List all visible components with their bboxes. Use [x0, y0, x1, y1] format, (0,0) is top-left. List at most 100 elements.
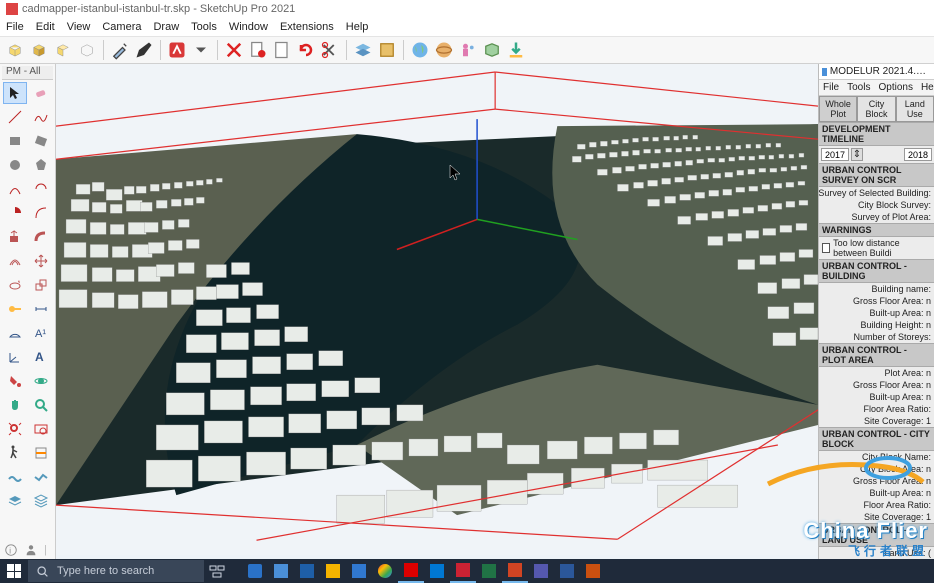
tab-whole-plot[interactable]: Whole Plot [819, 96, 857, 122]
iso-iso-icon[interactable] [76, 39, 98, 61]
section-tool[interactable] [29, 442, 53, 464]
pushpull-tool[interactable] [3, 226, 27, 248]
globe-terrain-icon[interactable] [433, 39, 455, 61]
followme-tool[interactable] [29, 226, 53, 248]
panel-menu-file[interactable]: File [823, 82, 839, 93]
taskbar-app-1[interactable] [242, 559, 268, 583]
panel-menu-options[interactable]: Options [878, 82, 912, 93]
taskbar-app-6[interactable] [372, 559, 398, 583]
panel-title-bar[interactable]: MODELUR 2021.4.01 – Individual Lic [819, 64, 934, 80]
offset-tool[interactable] [3, 250, 27, 272]
taskbar-search[interactable]: Type here to search [28, 560, 204, 582]
info-icon[interactable]: i [4, 543, 18, 557]
taskbar-app-13[interactable] [554, 559, 580, 583]
checkbox-icon[interactable] [822, 243, 830, 253]
eraser-tool[interactable] [29, 82, 53, 104]
panel-menu-tools[interactable]: Tools [847, 82, 870, 93]
taskbar-app-7[interactable] [398, 559, 424, 583]
warning-distance-check[interactable]: Too low distance between Buildi [819, 237, 934, 259]
start-button[interactable] [0, 559, 28, 583]
box-icon[interactable] [376, 39, 398, 61]
person-icon[interactable] [24, 543, 38, 557]
taskbar-app-10[interactable] [476, 559, 502, 583]
iso-front-icon[interactable] [4, 39, 26, 61]
tape-tool[interactable] [3, 298, 27, 320]
pie-tool[interactable] [3, 202, 27, 224]
move-tool[interactable] [29, 250, 53, 272]
freehand-tool[interactable] [29, 106, 53, 128]
menu-help[interactable]: Help [346, 21, 369, 33]
menu-edit[interactable]: Edit [36, 21, 55, 33]
menu-file[interactable]: File [6, 21, 24, 33]
taskbar-app-3[interactable] [294, 559, 320, 583]
axes-tool[interactable] [3, 346, 27, 368]
menu-view[interactable]: View [67, 21, 91, 33]
dimension-tool[interactable] [29, 298, 53, 320]
rotate-tool[interactable] [3, 274, 27, 296]
layers1-tool[interactable] [3, 490, 27, 512]
protractor-tool[interactable] [3, 322, 27, 344]
cut-icon[interactable] [319, 39, 341, 61]
taskbar-app-11[interactable] [502, 559, 528, 583]
doc-new-icon[interactable] [247, 39, 269, 61]
layer-icon[interactable] [352, 39, 374, 61]
taskview-icon[interactable] [204, 559, 230, 583]
3dtext-tool[interactable]: A [29, 346, 53, 368]
layers2-tool[interactable] [29, 490, 53, 512]
orbit-tool[interactable] [29, 370, 53, 392]
taskbar-app-8[interactable] [424, 559, 450, 583]
3d-viewport[interactable] [56, 64, 818, 559]
menu-extensions[interactable]: Extensions [280, 21, 334, 33]
taskbar-app-2[interactable] [268, 559, 294, 583]
text-tool[interactable]: A¹ [29, 322, 53, 344]
timeline-end-input[interactable] [904, 148, 932, 161]
paint-tool[interactable] [3, 370, 27, 392]
scale-tool[interactable] [29, 274, 53, 296]
plugin-red-icon[interactable] [166, 39, 188, 61]
rectangle-tool[interactable] [3, 130, 27, 152]
panel-menu-help[interactable]: Help [921, 82, 934, 93]
globe-icon[interactable] [409, 39, 431, 61]
line-tool[interactable] [3, 106, 27, 128]
pan-tool[interactable] [3, 394, 27, 416]
timeline-start-spinner[interactable]: ⇕ [851, 148, 863, 161]
sandbox1-tool[interactable] [3, 466, 27, 488]
menu-tools[interactable]: Tools [191, 21, 217, 33]
menu-window[interactable]: Window [229, 21, 268, 33]
iso-top-icon[interactable] [28, 39, 50, 61]
download-icon[interactable] [505, 39, 527, 61]
dropdown-arrow-icon[interactable] [190, 39, 212, 61]
tab-land-use[interactable]: Land Use [896, 96, 934, 122]
taskbar-app-14[interactable] [580, 559, 606, 583]
svg-text:A: A [35, 350, 44, 364]
circle-tool[interactable] [3, 154, 27, 176]
taskbar-app-9[interactable] [450, 559, 476, 583]
section-survey: URBAN CONTROL SURVEY ON SCR [819, 163, 934, 187]
menu-draw[interactable]: Draw [153, 21, 179, 33]
arc2-tool[interactable] [29, 178, 53, 200]
iso-side-icon[interactable] [52, 39, 74, 61]
pencil-icon[interactable] [133, 39, 155, 61]
red-x-icon[interactable] [223, 39, 245, 61]
zoom-window-tool[interactable] [29, 418, 53, 440]
sandbox2-tool[interactable] [29, 466, 53, 488]
doc-icon[interactable] [271, 39, 293, 61]
walk-tool[interactable] [3, 442, 27, 464]
taskbar-app-4[interactable] [320, 559, 346, 583]
arc-tool[interactable] [3, 178, 27, 200]
people-icon[interactable] [457, 39, 479, 61]
zoom-tool[interactable] [29, 394, 53, 416]
taskbar-app-5[interactable] [346, 559, 372, 583]
tab-city-block[interactable]: City Block [857, 96, 895, 122]
refresh-icon[interactable] [295, 39, 317, 61]
rotated-rect-tool[interactable] [29, 130, 53, 152]
taskbar-app-12[interactable] [528, 559, 554, 583]
zoom-extents-tool[interactable] [3, 418, 27, 440]
select-tool[interactable] [3, 82, 27, 104]
menu-camera[interactable]: Camera [102, 21, 141, 33]
timeline-start-input[interactable] [821, 148, 849, 161]
polygon-tool[interactable] [29, 154, 53, 176]
arc3-tool[interactable] [29, 202, 53, 224]
eyedropper-icon[interactable] [109, 39, 131, 61]
3d-box-icon[interactable] [481, 39, 503, 61]
